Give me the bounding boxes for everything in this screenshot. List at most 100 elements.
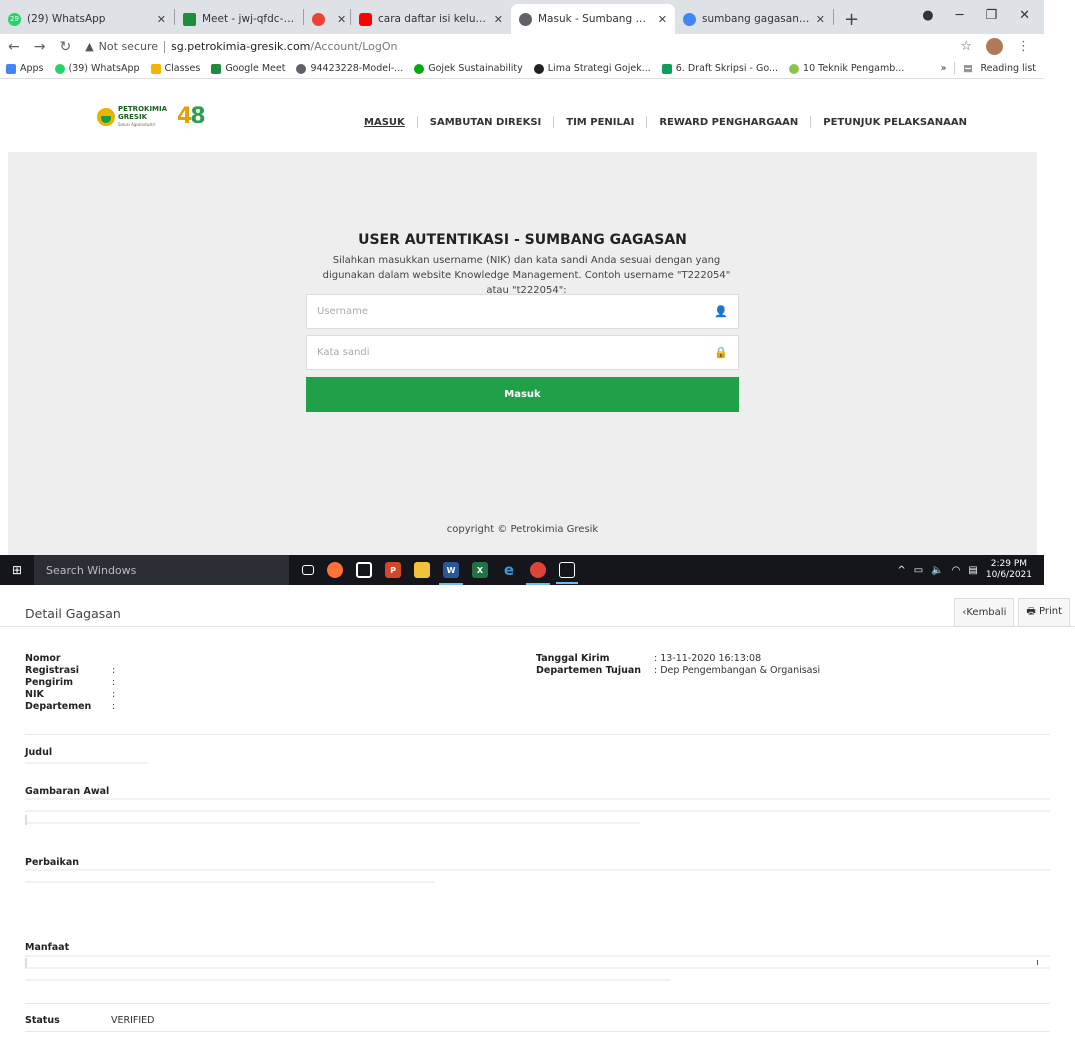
file-explorer-icon[interactable] xyxy=(414,562,430,578)
detail-actions: ‹Kembali 🖶 Print xyxy=(954,598,1070,627)
login-button[interactable]: Masuk xyxy=(306,377,739,412)
username-input[interactable] xyxy=(317,306,715,317)
restore-icon[interactable]: ❐ xyxy=(985,8,997,23)
bookmark-lima-strategi[interactable]: Lima Strategi Gojek... xyxy=(533,63,651,74)
profile-avatar[interactable] xyxy=(986,38,1003,55)
back-button[interactable]: ‹Kembali xyxy=(954,598,1015,627)
bookmark-teknik[interactable]: 10 Teknik Pengamb... xyxy=(789,63,904,74)
youtube-icon xyxy=(359,12,372,26)
section-divider xyxy=(25,1031,1050,1032)
tab-youtube[interactable]: cara daftar isi keluar sampe h ✕ xyxy=(351,4,511,34)
volume-icon[interactable]: 🔈 xyxy=(931,565,943,576)
field-label: Tanggal Kirim xyxy=(536,653,610,664)
tab-recording[interactable]: ✕ xyxy=(304,4,350,34)
bookmark-apps[interactable]: Apps xyxy=(6,63,44,74)
windows-start-icon[interactable]: ⊞ xyxy=(0,555,34,585)
field-colon: : xyxy=(112,677,116,688)
more-bookmarks-button[interactable]: » xyxy=(941,63,947,74)
logo-subtitle: Solusi Agroindustri xyxy=(118,121,156,127)
forward-icon[interactable]: → xyxy=(34,39,46,55)
section-divider xyxy=(25,1003,1050,1004)
print-label: Print xyxy=(1038,606,1062,617)
close-icon[interactable]: ✕ xyxy=(658,13,667,26)
star-icon[interactable]: ☆ xyxy=(960,39,972,54)
field-label: Departemen xyxy=(25,701,92,712)
left-field-group: Nomor Registrasi: Pengirim: NIK: Departe… xyxy=(25,653,115,713)
close-icon[interactable]: ✕ xyxy=(816,13,825,26)
bookmark-model[interactable]: 94423228-Model-... xyxy=(296,63,403,74)
word-icon[interactable]: W xyxy=(439,562,463,585)
bookmark-label: 6. Draft Skripsi - Go... xyxy=(675,63,779,74)
bookmark-gojek-sustainability[interactable]: Gojek Sustainability xyxy=(414,63,523,74)
redacted-text xyxy=(25,762,1050,774)
password-field-wrapper: 🔒 xyxy=(306,335,739,370)
minimize-icon[interactable]: ─ xyxy=(956,8,964,23)
photos-icon[interactable] xyxy=(556,562,578,584)
task-view-icon[interactable] xyxy=(302,565,314,575)
bookmark-classes[interactable]: Classes xyxy=(150,63,200,74)
bookmark-google-meet[interactable]: Google Meet xyxy=(211,63,285,74)
edge-icon[interactable]: e xyxy=(501,561,517,579)
tab-meet[interactable]: Meet - jwj-qfdc-oyn xyxy=(175,4,303,34)
apps-grid-icon xyxy=(6,63,16,74)
url-host: sg.petrokimia-gresik.com xyxy=(171,40,311,53)
tab-whatsapp[interactable]: 29 (29) WhatsApp ✕ xyxy=(0,4,174,34)
store-icon[interactable] xyxy=(356,562,372,578)
tab-sumbang-gagasan[interactable]: Masuk - Sumbang Gagasan P ✕ xyxy=(511,4,675,34)
windows-search-input[interactable]: Search Windows xyxy=(34,555,289,585)
reload-icon[interactable]: ↻ xyxy=(59,39,71,55)
user-icon: 👤 xyxy=(714,305,728,318)
wifi-icon[interactable]: ◠ xyxy=(952,565,961,576)
toolbar-right: ☆ ⋮ xyxy=(960,38,1030,55)
firefox-icon[interactable] xyxy=(327,562,343,578)
tab-google-search[interactable]: sumbang gagasan adalah - G ✕ xyxy=(675,4,833,34)
print-button[interactable]: 🖶 Print xyxy=(1018,598,1070,627)
close-icon[interactable]: ✕ xyxy=(337,13,346,26)
redacted-text xyxy=(25,955,1050,991)
section-judul: Judul xyxy=(25,747,53,758)
notification-icon[interactable]: ▤ xyxy=(968,565,977,576)
bookmarks-right: » ▤ Reading list xyxy=(941,62,1036,74)
close-window-icon[interactable]: ✕ xyxy=(1019,8,1030,23)
copyright-text: copyright © Petrokimia Gresik xyxy=(446,524,599,535)
field-value: : Dep Pengembangan & Organisasi xyxy=(654,665,821,676)
login-description: Silahkan masukkan username (NIK) dan kat… xyxy=(322,255,731,296)
chrome-icon[interactable] xyxy=(526,562,550,585)
excel-icon[interactable]: X xyxy=(472,562,488,578)
field-row: NIK: xyxy=(25,689,115,701)
text-fragment xyxy=(25,815,27,825)
menu-icon[interactable]: ⋮ xyxy=(1017,39,1030,54)
powerpoint-icon[interactable]: P xyxy=(385,562,401,578)
bookmark-draft-skripsi[interactable]: 6. Draft Skripsi - Go... xyxy=(661,63,779,74)
clock[interactable]: 2:29 PM 10/6/2021 xyxy=(986,559,1032,581)
nav-sambutan-direksi[interactable]: SAMBUTAN DIREKSI xyxy=(418,117,554,128)
section-gambaran-awal: Gambaran Awal xyxy=(25,786,110,797)
not-secure-label: Not secure xyxy=(98,40,159,53)
back-icon[interactable]: ← xyxy=(8,39,20,55)
password-input[interactable] xyxy=(317,347,715,358)
text-fragment xyxy=(25,958,27,968)
field-colon: : xyxy=(112,701,116,712)
chevron-up-icon[interactable]: ^ xyxy=(897,565,905,576)
new-tab-button[interactable]: + xyxy=(834,4,869,34)
url-field[interactable]: ▲ Not secure sg.petrokimia-gresik.com/Ac… xyxy=(85,40,397,53)
nav-reward-penghargaan[interactable]: REWARD PENGHARGAAN xyxy=(647,117,810,128)
tab-search-icon[interactable]: ● xyxy=(922,8,933,23)
bookmark-whatsapp[interactable]: (39) WhatsApp xyxy=(54,63,140,74)
close-icon[interactable]: ✕ xyxy=(494,13,503,26)
close-icon[interactable]: ✕ xyxy=(157,13,166,26)
nav-petunjuk-pelaksanaan[interactable]: PETUNJUK PELAKSANAAN xyxy=(811,117,979,128)
nav-tim-penilai[interactable]: TIM PENILAI xyxy=(554,117,646,128)
redacted-text xyxy=(25,798,1050,834)
right-field-group: Tanggal Kirim: 13-11-2020 16:13:08 Depar… xyxy=(536,653,820,677)
bookmark-label: 94423228-Model-... xyxy=(310,63,404,74)
logo-name2: GRESIK xyxy=(118,112,147,121)
google-icon xyxy=(683,12,696,26)
field-row: Tanggal Kirim: 13-11-2020 16:13:08 xyxy=(536,653,820,665)
site-logo[interactable]: PETROKIMIA GRESIK Solusi Agroindustri 48 xyxy=(97,104,206,129)
battery-icon[interactable]: ▭ xyxy=(914,565,923,576)
main-navigation: MASUK SAMBUTAN DIREKSI TIM PENILAI REWAR… xyxy=(352,116,979,128)
login-title: USER AUTENTIKASI - SUMBANG GAGASAN xyxy=(358,232,687,248)
reading-list-button[interactable]: Reading list xyxy=(980,63,1036,74)
nav-masuk[interactable]: MASUK xyxy=(352,117,417,128)
